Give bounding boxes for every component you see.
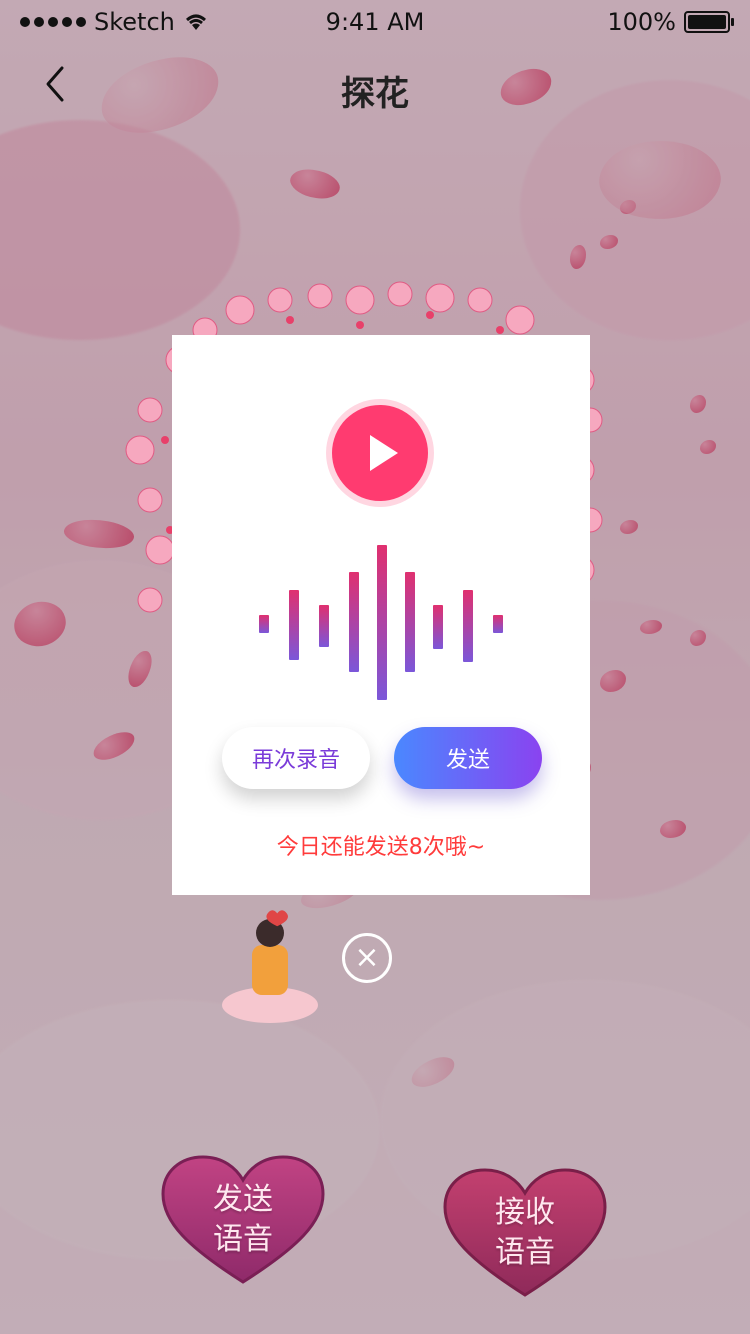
wave-bar (377, 545, 387, 700)
receive-voice-heart-button[interactable]: 接收 语音 (440, 1165, 610, 1297)
waveform-icon (257, 545, 507, 700)
send-voice-heart-button[interactable]: 发送 语音 (158, 1152, 328, 1284)
nav-bar: 探花 (0, 44, 750, 132)
re-record-button[interactable]: 再次录音 (222, 727, 370, 789)
close-icon: × (354, 940, 380, 975)
status-bar: Sketch 9:41 AM 100% (0, 0, 750, 44)
remaining-sends-hint: 今日还能发送8次哦~ (276, 835, 486, 860)
wave-bar (433, 605, 443, 649)
voice-message-modal: 再次录音 发送 今日还能发送8次哦~ (172, 335, 590, 895)
send-button[interactable]: 发送 (394, 727, 542, 789)
wave-bar (319, 605, 329, 647)
wave-bar (289, 590, 299, 660)
wave-bar (349, 572, 359, 672)
battery-percent: 100% (607, 8, 676, 36)
page-title: 探花 (341, 74, 409, 114)
girl-figure-illustration (222, 910, 318, 1023)
wave-bar (493, 615, 503, 633)
wave-bar (463, 590, 473, 662)
status-right: 100% (607, 8, 734, 36)
play-icon (370, 435, 398, 471)
wave-bar (259, 615, 269, 633)
close-button[interactable]: × (342, 933, 392, 983)
receive-voice-label: 接收 语音 (495, 1195, 555, 1270)
play-button[interactable] (332, 405, 428, 501)
battery-icon (684, 11, 734, 33)
send-voice-label: 发送 语音 (213, 1182, 273, 1257)
wave-bar (405, 572, 415, 672)
